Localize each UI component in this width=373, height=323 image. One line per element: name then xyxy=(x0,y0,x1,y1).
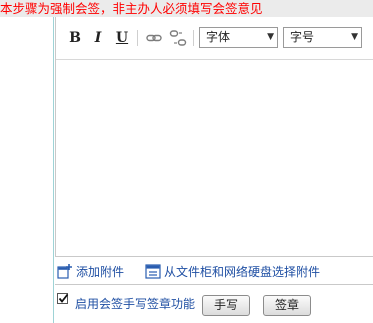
select-from-disk-link[interactable]: 从文件柜和网络硬盘选择附件 xyxy=(145,263,320,279)
font-family-value: 字体 xyxy=(206,30,231,44)
add-attachment-label: 添加附件 xyxy=(76,265,125,279)
font-size-value: 字号 xyxy=(290,30,315,44)
underline-button[interactable]: U xyxy=(113,29,131,47)
toolbar-separator xyxy=(137,30,138,46)
add-attachment-icon xyxy=(57,264,72,279)
toolbar-separator xyxy=(193,30,194,46)
italic-button[interactable]: I xyxy=(89,29,107,47)
check-icon xyxy=(58,293,69,303)
add-attachment-link[interactable]: 添加附件 xyxy=(57,263,124,279)
seal-button[interactable]: 签章 xyxy=(263,295,311,316)
font-size-select[interactable]: 字号 ▼ xyxy=(283,27,362,48)
bold-button[interactable]: B xyxy=(66,29,84,47)
attachment-bar: 添加附件 从文件柜和网络硬盘选择附件 xyxy=(55,257,373,285)
font-family-select[interactable]: 字体 ▼ xyxy=(199,27,278,48)
handwrite-sign-row: 启用会签手写签章功能 手写 签章 xyxy=(55,285,373,323)
enable-handwrite-sign-checkbox[interactable] xyxy=(57,293,69,304)
handwrite-button[interactable]: 手写 xyxy=(202,295,250,316)
chevron-down-icon: ▼ xyxy=(351,32,358,42)
link-icon[interactable] xyxy=(145,29,163,47)
editor-toolbar: B I U 字体 ▼ 字号 ▼ xyxy=(56,17,373,60)
forced-countersign-notice: 本步骤为强制会签，非主办人必须填写会签意见 xyxy=(0,0,373,17)
select-from-disk-label: 从文件柜和网络硬盘选择附件 xyxy=(164,265,321,279)
page: 本步骤为强制会签，非主办人必须填写会签意见 B I U 字体 ▼ 字号 ▼ 添加… xyxy=(0,0,373,323)
opinion-text-area[interactable] xyxy=(56,60,373,254)
left-divider xyxy=(53,17,54,323)
file-cabinet-icon xyxy=(145,264,161,279)
rich-text-editor: B I U 字体 ▼ 字号 ▼ xyxy=(55,17,373,257)
enable-handwrite-sign-label: 启用会签手写签章功能 xyxy=(75,297,196,311)
unlink-icon[interactable] xyxy=(169,29,187,47)
chevron-down-icon: ▼ xyxy=(267,32,274,42)
